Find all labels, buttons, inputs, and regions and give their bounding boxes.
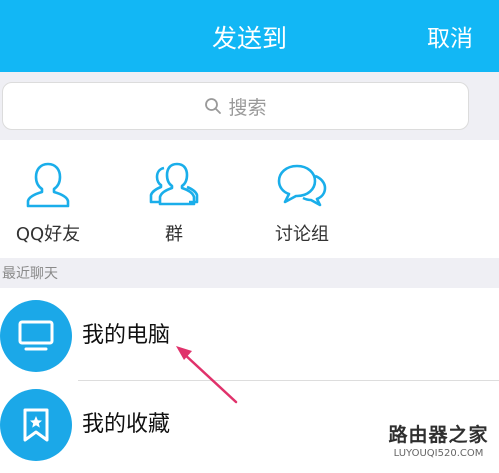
group-icon	[149, 162, 199, 206]
cancel-button[interactable]: 取消	[427, 0, 473, 78]
watermark-url: LUYOUQI520.COM	[393, 448, 484, 459]
search-input[interactable]: 搜索	[2, 82, 469, 130]
section-title: 最近聊天	[2, 266, 58, 282]
search-placeholder: 搜索	[228, 96, 267, 119]
chat-name: 我的电脑	[82, 323, 171, 348]
search-icon	[205, 98, 222, 114]
avatar	[0, 300, 72, 372]
favorites-icon	[23, 408, 49, 442]
shortcut-label: QQ好友	[15, 224, 81, 245]
shortcut-row: QQ好友 群 讨论组	[0, 140, 499, 258]
shortcut-discussion[interactable]: 讨论组	[242, 140, 362, 258]
person-icon	[26, 162, 70, 208]
computer-icon	[18, 320, 54, 351]
chat-item-my-computer[interactable]: 我的电脑	[0, 292, 499, 384]
recent-chats-header: 最近聊天	[0, 258, 499, 288]
watermark-logo: 路由器之家 LUYOUQI520.COM	[386, 422, 491, 460]
search-area: 搜索	[0, 72, 499, 140]
header-bar: 发送到 取消	[0, 0, 499, 72]
shortcut-label: 讨论组	[275, 224, 329, 245]
shortcut-group[interactable]: 群	[114, 140, 234, 258]
watermark-title: 路由器之家	[388, 424, 489, 446]
page-title: 发送到	[211, 24, 287, 53]
discussion-icon	[277, 164, 327, 207]
avatar	[0, 389, 72, 461]
shortcut-label: 群	[165, 224, 183, 245]
chat-name: 我的收藏	[82, 412, 171, 437]
shortcut-qq-friends[interactable]: QQ好友	[0, 140, 108, 258]
